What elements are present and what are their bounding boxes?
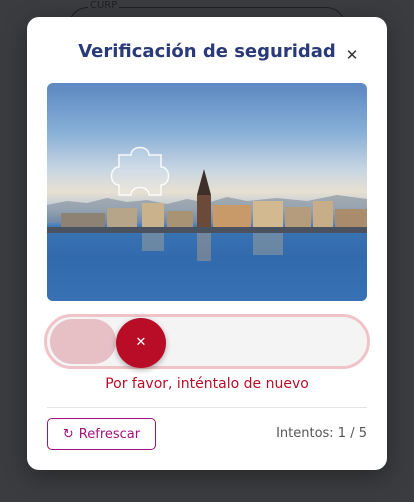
- puzzle-image: [47, 83, 367, 301]
- captcha-modal: Verificación de seguridad ✕ ✕ Por favor,…: [27, 17, 387, 470]
- curp-field-label: CURP: [88, 0, 120, 11]
- slider-track[interactable]: [44, 314, 370, 369]
- refresh-button-label: Refrescar: [78, 426, 141, 442]
- modal-title: Verificación de seguridad: [78, 41, 336, 62]
- refresh-icon: ↻: [62, 426, 74, 442]
- close-icon: ✕: [135, 335, 147, 350]
- attempts-counter: Intentos: 1 / 5: [276, 426, 367, 441]
- slider-handle[interactable]: ✕: [116, 318, 166, 368]
- close-icon[interactable]: ✕: [344, 47, 360, 63]
- slider-progress: [50, 319, 116, 364]
- error-message: Por favor, inténtalo de nuevo: [105, 376, 309, 392]
- refresh-button[interactable]: ↻ Refrescar: [47, 418, 156, 450]
- divider: [47, 407, 367, 408]
- city-skyline-image: [47, 146, 367, 301]
